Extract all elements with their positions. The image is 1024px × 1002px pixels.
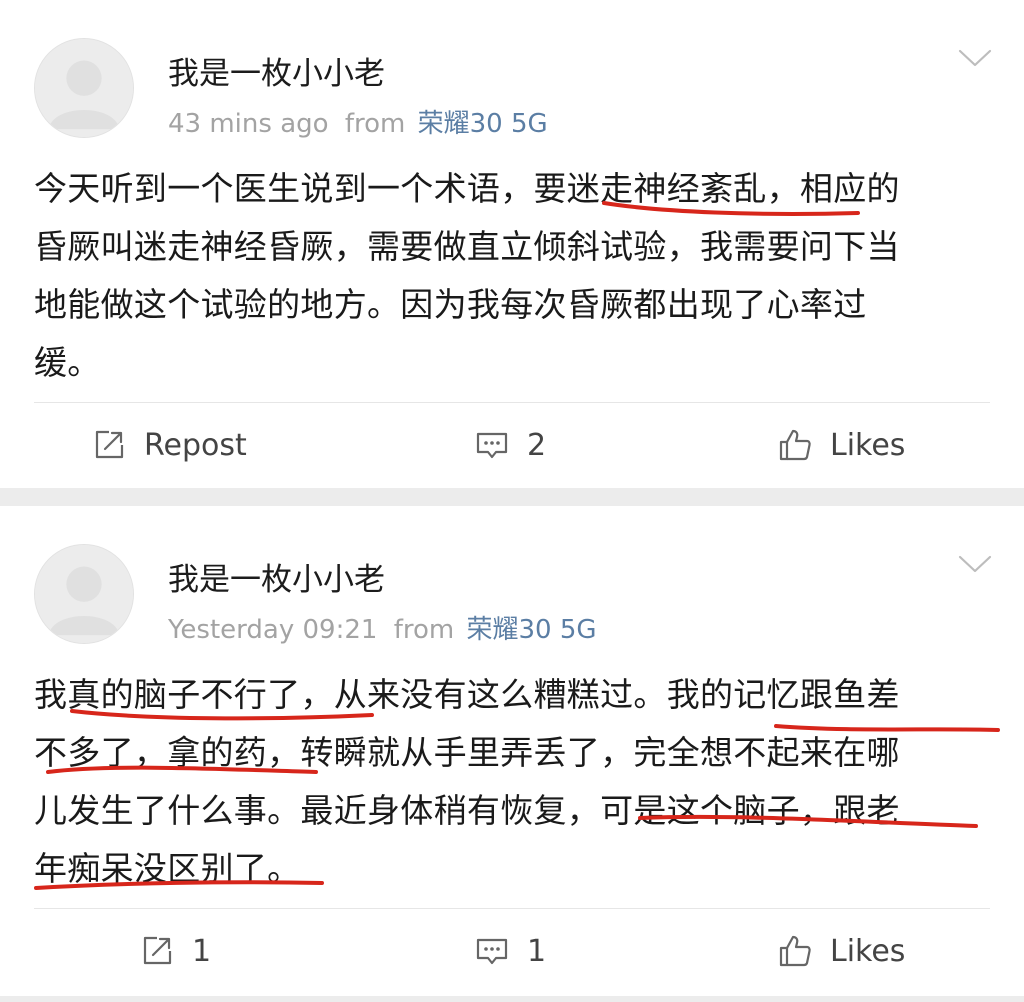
post-content: 今天听到一个医生说到一个术语，要迷走神经紊乱，相应的 昏厥叫迷走神经昏厥，需要做… bbox=[34, 160, 994, 392]
avatar-placeholder-icon bbox=[35, 545, 133, 643]
device-name[interactable]: 荣耀30 5G bbox=[466, 615, 596, 645]
from-label: from bbox=[393, 615, 455, 645]
like-button[interactable]: Likes bbox=[778, 427, 905, 463]
username[interactable]: 我是一枚小小老 bbox=[168, 554, 385, 599]
content-line: 年痴呆没区别了。 bbox=[34, 849, 301, 888]
comment-icon bbox=[476, 938, 508, 965]
repost-label: Repost bbox=[144, 427, 247, 463]
repost-icon bbox=[143, 936, 172, 965]
content-line: 地能做这个试验的地方。因为我每次昏厥都出现了心率过 bbox=[34, 285, 867, 324]
action-bar: 1 1 Likes bbox=[0, 909, 1024, 994]
like-label: Likes bbox=[830, 933, 906, 969]
like-icon bbox=[779, 935, 811, 967]
post-meta: Yesterday 09:21 from 荣耀30 5G bbox=[168, 609, 597, 646]
repost-button[interactable]: 1 bbox=[140, 933, 211, 969]
content-line: 儿发生了什么事。最近身体稍有恢复，可是这个脑子，跟老 bbox=[34, 791, 900, 830]
comment-icon bbox=[476, 432, 508, 459]
post-time: Yesterday 09:21 bbox=[168, 615, 378, 645]
from-label: from bbox=[344, 109, 406, 139]
repost-count: 1 bbox=[192, 933, 212, 969]
post-card: 我是一枚小小老 Yesterday 09:21 from 荣耀30 5G 我真的… bbox=[0, 506, 1024, 996]
avatar[interactable] bbox=[34, 38, 134, 138]
content-line: 今天听到一个医生说到一个术语，要迷走神经紊乱，相应的 bbox=[34, 169, 900, 208]
device-name[interactable]: 荣耀30 5G bbox=[418, 109, 548, 139]
content-line: 我真的脑子不行了，从来没有这么糟糕过。我的记忆跟鱼差 bbox=[34, 675, 900, 714]
like-label: Likes bbox=[830, 427, 906, 463]
post-content: 我真的脑子不行了，从来没有这么糟糕过。我的记忆跟鱼差 不多了，拿的药，转瞬就从手… bbox=[34, 666, 994, 898]
username[interactable]: 我是一枚小小老 bbox=[168, 48, 385, 93]
comment-count: 2 bbox=[527, 427, 547, 463]
chevron-down-icon[interactable] bbox=[958, 554, 992, 574]
comment-button[interactable]: 1 bbox=[475, 933, 546, 969]
action-bar: Repost 2 Likes bbox=[0, 403, 1024, 488]
content-line: 昏厥叫迷走神经昏厥，需要做直立倾斜试验，我需要问下当 bbox=[34, 227, 900, 266]
avatar[interactable] bbox=[34, 544, 134, 644]
comment-button[interactable]: 2 bbox=[475, 427, 546, 463]
repost-button[interactable]: Repost bbox=[92, 427, 247, 463]
post-meta: 43 mins ago from 荣耀30 5G bbox=[168, 103, 548, 140]
content-line: 不多了，拿的药，转瞬就从手里弄丢了，完全想不起来在哪 bbox=[34, 733, 900, 772]
like-button[interactable]: Likes bbox=[778, 933, 905, 969]
repost-icon bbox=[95, 430, 124, 459]
comment-count: 1 bbox=[527, 933, 547, 969]
content-line: 缓。 bbox=[34, 343, 101, 382]
like-icon bbox=[779, 429, 811, 461]
chevron-down-icon[interactable] bbox=[958, 48, 992, 68]
post-card: 我是一枚小小老 43 mins ago from 荣耀30 5G 今天听到一个医… bbox=[0, 0, 1024, 488]
post-time: 43 mins ago bbox=[168, 109, 329, 139]
avatar-placeholder-icon bbox=[35, 39, 133, 137]
